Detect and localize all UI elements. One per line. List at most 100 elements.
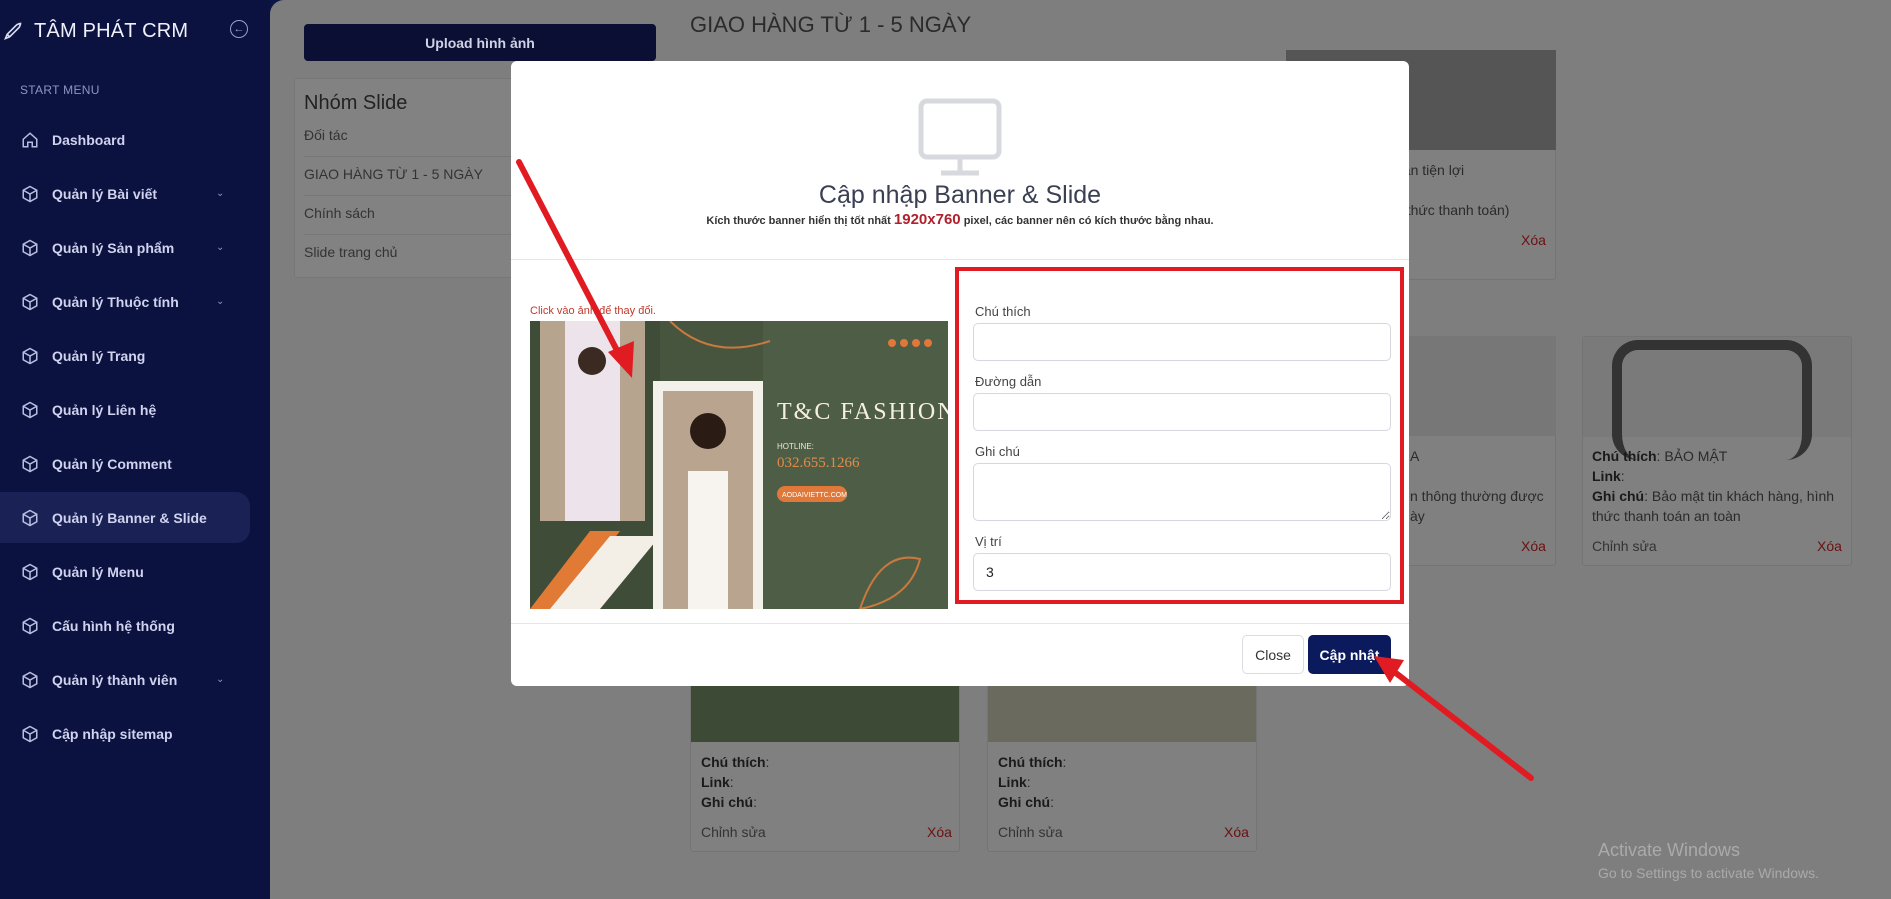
- modal-subtitle: Kích thước banner hiển thị tốt nhất 1920…: [511, 211, 1409, 228]
- sidebar-item[interactable]: Cấu hình hệ thống: [0, 600, 250, 651]
- brand-title: TÂM PHÁT CRM: [34, 19, 189, 42]
- sidebar-item-label: Quản lý Menu: [52, 563, 144, 580]
- card-link: Link:: [998, 772, 1031, 792]
- link-input[interactable]: [973, 393, 1391, 431]
- edit-link[interactable]: Chỉnh sửa: [1592, 538, 1657, 554]
- position-input[interactable]: [973, 553, 1391, 591]
- sidebar-menu: Dashboard Quản lý Bài viết ⌄ Quản lý Sản ph…: [0, 114, 270, 762]
- sidebar-item[interactable]: Quản lý Menu: [0, 546, 250, 597]
- sidebar-item-label: Quản lý Liên hệ: [52, 401, 157, 418]
- slide-group-item[interactable]: GIAO HÀNG TỪ 1 - 5 NGÀY: [304, 166, 483, 182]
- cube-icon: [20, 454, 40, 474]
- banner-hotline-label: HOTLINE:: [777, 442, 814, 451]
- sidebar-item[interactable]: Dashboard: [0, 114, 250, 165]
- cube-icon: [20, 670, 40, 690]
- link-label: Link: [701, 774, 730, 790]
- update-banner-modal: Cập nhập Banner & Slide Kích thước banne…: [511, 61, 1409, 686]
- sidebar-item[interactable]: Quản lý Sản phẩm ⌄: [0, 222, 250, 273]
- caption-colon: :: [1062, 754, 1067, 770]
- card-note: Ghi chú:: [701, 792, 757, 812]
- close-button[interactable]: Close: [1242, 635, 1304, 674]
- card-text: A: [1410, 448, 1420, 464]
- sidebar-item[interactable]: Quản lý Banner & Slide: [0, 492, 250, 543]
- cube-icon: [20, 562, 40, 582]
- update-button[interactable]: Cập nhật: [1308, 635, 1391, 674]
- cube-icon: [20, 238, 40, 258]
- edit-link[interactable]: Chỉnh sửa: [701, 824, 766, 840]
- sidebar-item[interactable]: Quản lý Bài viết ⌄: [0, 168, 250, 219]
- change-image-hint: Click vào ảnh để thay đổi.: [530, 305, 656, 317]
- sidebar-item-label: Quản lý Bài viết: [52, 185, 158, 202]
- sidebar-item[interactable]: Cập nhập sitemap: [0, 708, 250, 759]
- edit-link[interactable]: Chỉnh sửa: [998, 824, 1063, 840]
- sidebar-item[interactable]: Quản lý Comment: [0, 438, 250, 489]
- card-link: Link:: [1592, 466, 1625, 486]
- delete-link[interactable]: Xóa: [1521, 232, 1546, 248]
- slide-group-item[interactable]: Slide trang chủ: [304, 244, 397, 260]
- note-colon: :: [1050, 794, 1055, 810]
- sidebar-item[interactable]: Quản lý Liên hệ: [0, 384, 250, 435]
- sidebar-item-label: Dashboard: [52, 131, 126, 148]
- rocket-icon: [2, 20, 24, 42]
- chevron-down-icon[interactable]: ⌄: [216, 242, 230, 253]
- sidebar-item-label: Quản lý Trang: [52, 347, 146, 364]
- monitor-icon: [917, 97, 1003, 179]
- banner-website: AODAIVIETTC.COM: [782, 492, 847, 499]
- cube-icon: [20, 724, 40, 744]
- link-colon: :: [1026, 774, 1031, 790]
- link-value: :: [1620, 468, 1625, 484]
- cube-icon: [20, 184, 40, 204]
- card-link: Link:: [701, 772, 734, 792]
- brand[interactable]: TÂM PHÁT CRM ←: [0, 18, 260, 44]
- link-label: Đường dẫn: [975, 374, 1042, 389]
- sidebar-item[interactable]: Quản lý Thuộc tính ⌄: [0, 276, 250, 327]
- sidebar-item-label: Cập nhập sitemap: [52, 725, 173, 742]
- note-textarea[interactable]: [973, 463, 1391, 521]
- delete-link[interactable]: Xóa: [927, 824, 952, 840]
- card-text: ày: [1410, 508, 1425, 524]
- card-caption: Chú thích:: [701, 752, 769, 772]
- card-caption: Chú thích: BẢO MẬT: [1592, 446, 1727, 466]
- sidebar-item[interactable]: Quản lý Trang: [0, 330, 250, 381]
- section-title: GIAO HÀNG TỪ 1 - 5 NGÀY: [690, 12, 972, 37]
- slide-group-title: Nhóm Slide: [304, 92, 408, 114]
- sidebar-item-label: Quản lý Comment: [52, 455, 172, 472]
- sidebar-item-label: Quản lý thành viên: [52, 671, 178, 688]
- delete-link[interactable]: Xóa: [1224, 824, 1249, 840]
- chevron-down-icon[interactable]: ⌄: [216, 674, 230, 685]
- caption-value: : BẢO MẬT: [1656, 448, 1728, 464]
- sidebar-item-label: Quản lý Sản phẩm: [52, 239, 175, 256]
- upload-image-button[interactable]: Upload hình ảnh: [304, 24, 656, 61]
- chevron-down-icon[interactable]: ⌄: [216, 296, 230, 307]
- divider: [511, 259, 1409, 260]
- subtitle-text: Kích thước banner hiển thị tốt nhất: [706, 215, 894, 227]
- lock-icon: [1612, 340, 1812, 460]
- divider: [511, 623, 1409, 624]
- sidebar: TÂM PHÁT CRM ← START MENU Dashboard Quản …: [0, 0, 270, 899]
- note-label: Ghi chú: [1592, 488, 1645, 504]
- slide-group-item[interactable]: Đối tác: [304, 127, 348, 143]
- card-note: Ghi chú: Bảo mật tin khách hàng, hình th…: [1592, 486, 1842, 526]
- delete-link[interactable]: Xóa: [1817, 538, 1842, 554]
- collapse-sidebar-icon[interactable]: ←: [230, 20, 248, 38]
- slide-thumbnail[interactable]: [988, 680, 1256, 742]
- slide-thumbnail[interactable]: [691, 680, 959, 742]
- cube-icon: [20, 400, 40, 420]
- banner-brand: T&C FASHION: [777, 399, 948, 425]
- caption-label: Chú thích: [975, 304, 1031, 319]
- note-label: Ghi chú: [998, 794, 1051, 810]
- note-colon: :: [753, 794, 758, 810]
- chevron-down-icon[interactable]: ⌄: [216, 188, 230, 199]
- activate-windows-subtitle: Go to Settings to activate Windows.: [1598, 865, 1819, 881]
- caption-input[interactable]: [973, 323, 1391, 361]
- home-icon: [20, 130, 40, 150]
- note-label: Ghi chú: [975, 444, 1020, 459]
- sidebar-item[interactable]: Quản lý thành viên ⌄: [0, 654, 250, 705]
- cube-icon: [20, 616, 40, 636]
- cube-icon: [20, 292, 40, 312]
- subtitle-text: pixel, các banner nên có kích thước bằng…: [960, 215, 1214, 227]
- card-text: h thức thanh toán): [1395, 202, 1510, 218]
- slide-group-item[interactable]: Chính sách: [304, 205, 375, 221]
- banner-image[interactable]: T&C FASHION HOTLINE: 032.655.1266 AODAIV…: [530, 321, 948, 609]
- delete-link[interactable]: Xóa: [1521, 538, 1546, 554]
